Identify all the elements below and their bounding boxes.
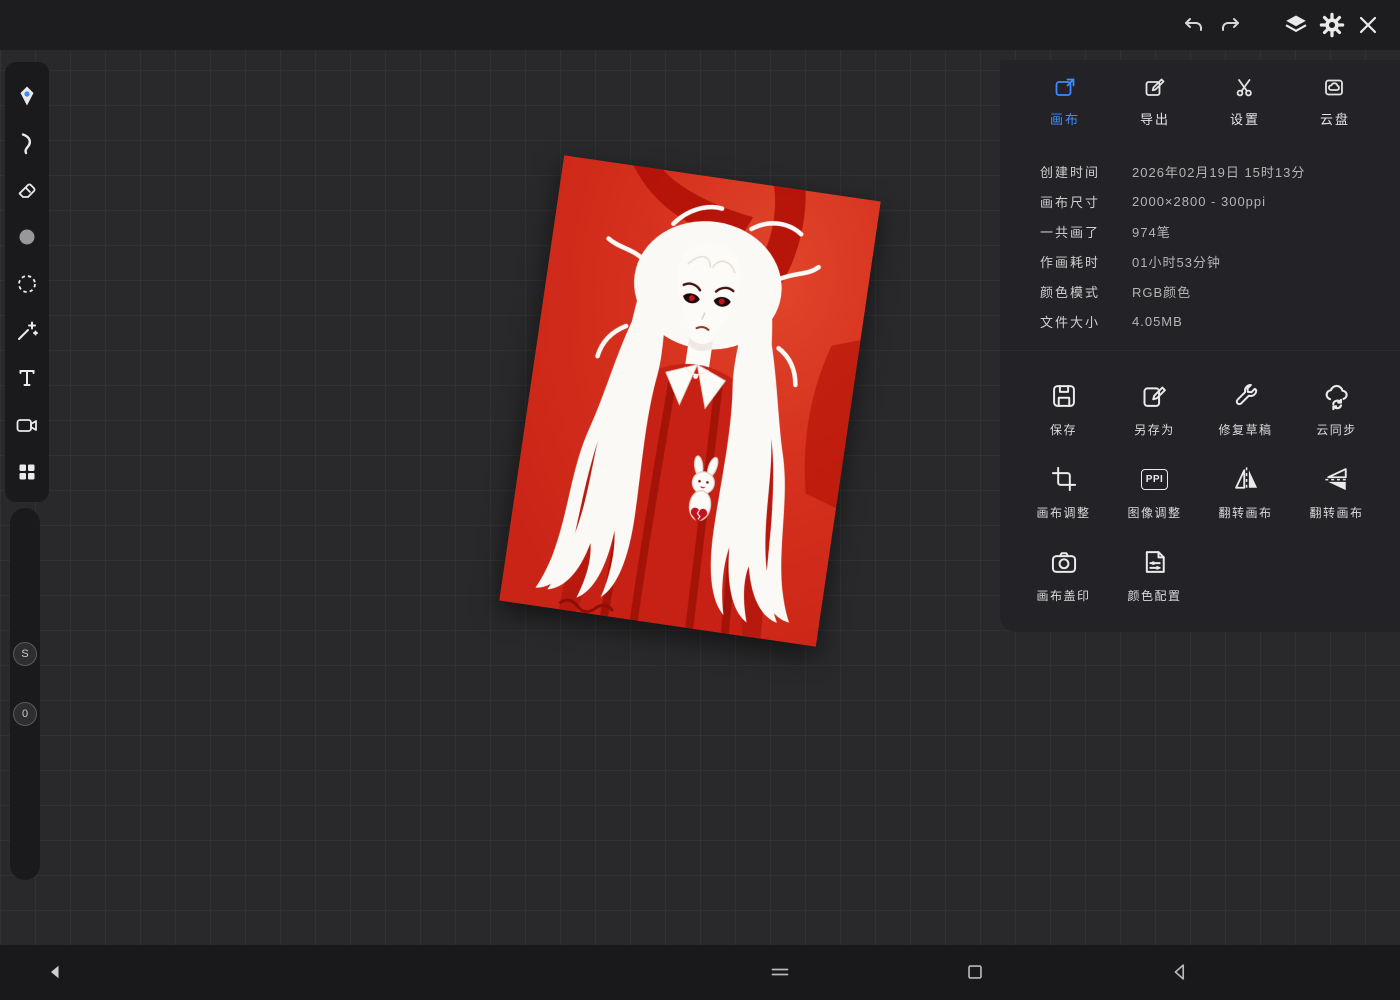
info-label: 颜色模式 xyxy=(1040,284,1101,300)
info-row-created: 创建时间 2026年02月19日 15时13分 xyxy=(1040,156,1400,186)
top-bar xyxy=(0,0,1400,50)
tool-sidebar xyxy=(5,62,49,502)
smudge-tool-icon[interactable] xyxy=(9,119,45,166)
layers-icon[interactable] xyxy=(1278,7,1314,43)
info-label: 创建时间 xyxy=(1040,164,1101,180)
color-config-icon xyxy=(1141,545,1169,579)
brush-slider[interactable]: S 0 xyxy=(10,508,40,880)
tab-cloud-label: 云盘 xyxy=(1319,112,1350,127)
image-adjust-button[interactable]: PPI 图像调整 xyxy=(1109,462,1200,521)
grid-tool-icon[interactable] xyxy=(9,448,45,495)
action-label: 另存为 xyxy=(1134,423,1175,437)
paint-tool-icon[interactable] xyxy=(9,72,45,119)
ppi-icon-text: PPI xyxy=(1140,468,1169,490)
info-label: 一共画了 xyxy=(1040,224,1101,240)
canvas-tab-icon xyxy=(1053,76,1077,103)
export-tab-icon xyxy=(1143,76,1167,103)
action-label: 颜色配置 xyxy=(1127,589,1182,603)
canvas-stamp-button[interactable]: 画布盖印 xyxy=(1018,545,1109,604)
info-row-color-mode: 颜色模式 RGB颜色 xyxy=(1040,276,1400,306)
info-value: RGB颜色 xyxy=(1132,284,1192,300)
action-label: 画布调整 xyxy=(1036,506,1091,520)
redo-icon[interactable] xyxy=(1212,7,1248,43)
action-label: 图像调整 xyxy=(1127,506,1182,520)
canvas-info-list: 创建时间 2026年02月19日 15时13分 画布尺寸 2000×2800 -… xyxy=(1000,134,1400,336)
tab-canvas-label: 画布 xyxy=(1049,112,1080,127)
undo-icon[interactable] xyxy=(1176,7,1212,43)
tab-cloud[interactable]: 云盘 xyxy=(1300,76,1370,128)
artwork-illustration xyxy=(499,155,881,647)
save-icon xyxy=(1050,379,1078,413)
crop-icon xyxy=(1050,462,1078,496)
info-label: 文件大小 xyxy=(1040,314,1101,330)
settings-tab-icon xyxy=(1233,76,1257,103)
info-label: 作画耗时 xyxy=(1040,254,1101,270)
info-value: 974笔 xyxy=(1132,224,1171,240)
bottom-nav-bar xyxy=(0,945,1400,1000)
nav-home-icon[interactable] xyxy=(963,960,987,984)
selection-tool-icon[interactable] xyxy=(9,260,45,307)
close-icon[interactable] xyxy=(1350,7,1386,43)
color-config-button[interactable]: 颜色配置 xyxy=(1109,545,1200,604)
tab-export[interactable]: 导出 xyxy=(1120,76,1190,128)
panel-tabs: 画布 导出 设置 云盘 xyxy=(1000,60,1400,134)
flip-horizontal-icon xyxy=(1232,462,1260,496)
action-label: 保存 xyxy=(1049,423,1077,437)
text-tool-icon[interactable] xyxy=(9,354,45,401)
nav-back-icon[interactable] xyxy=(1168,960,1192,984)
tab-canvas[interactable]: 画布 xyxy=(1030,76,1100,128)
cloud-sync-icon xyxy=(1322,379,1352,413)
info-value: 01小时53分钟 xyxy=(1132,254,1221,270)
tab-settings[interactable]: 设置 xyxy=(1210,76,1280,128)
color-swatch-icon[interactable] xyxy=(9,213,45,260)
info-value: 2000×2800 - 300ppi xyxy=(1132,193,1267,209)
canvas-settings-panel: 画布 导出 设置 云盘 创建时间 2026年02月19日 15时13分 画布尺寸… xyxy=(1000,60,1400,632)
action-label: 修复草稿 xyxy=(1218,423,1273,437)
flip-canvas-h-button[interactable]: 翻转画布 xyxy=(1200,462,1291,521)
slider-zero-button[interactable]: 0 xyxy=(13,702,37,726)
action-label: 画布盖印 xyxy=(1036,589,1091,603)
info-row-time-spent: 作画耗时 01小时53分钟 xyxy=(1040,246,1400,276)
cloud-tab-icon xyxy=(1323,76,1347,103)
info-row-strokes: 一共画了 974笔 xyxy=(1040,216,1400,246)
action-label: 云同步 xyxy=(1316,423,1357,437)
info-value: 2026年02月19日 15时13分 xyxy=(1132,164,1306,180)
magic-wand-icon[interactable] xyxy=(9,307,45,354)
panel-actions: 保存 另存为 修复草稿 云同步 画布调整 PPI 图像调整 翻转画布 翻转画布 … xyxy=(1000,350,1400,604)
slider-s-button[interactable]: S xyxy=(13,642,37,666)
canvas-adjust-button[interactable]: 画布调整 xyxy=(1018,462,1109,521)
info-value: 4.05MB xyxy=(1132,313,1183,329)
tab-settings-label: 设置 xyxy=(1229,112,1260,127)
collapse-sidebar-icon[interactable] xyxy=(44,960,68,984)
action-label: 翻转画布 xyxy=(1309,506,1364,520)
ppi-icon: PPI xyxy=(1140,462,1169,496)
cloud-sync-button[interactable]: 云同步 xyxy=(1291,379,1382,438)
info-label: 画布尺寸 xyxy=(1040,194,1101,210)
info-row-file-size: 文件大小 4.05MB xyxy=(1040,306,1400,336)
flip-vertical-icon xyxy=(1323,462,1351,496)
camera-icon xyxy=(1050,545,1078,579)
repair-draft-button[interactable]: 修复草稿 xyxy=(1200,379,1291,438)
save-as-icon xyxy=(1141,379,1169,413)
settings-gear-icon[interactable] xyxy=(1314,7,1350,43)
nav-recents-icon[interactable] xyxy=(768,960,792,984)
artwork-canvas[interactable] xyxy=(499,155,881,647)
tab-export-label: 导出 xyxy=(1139,112,1170,127)
save-button[interactable]: 保存 xyxy=(1018,379,1109,438)
video-tool-icon[interactable] xyxy=(9,401,45,448)
action-label: 翻转画布 xyxy=(1218,506,1273,520)
repair-draft-icon xyxy=(1232,379,1260,413)
flip-canvas-v-button[interactable]: 翻转画布 xyxy=(1291,462,1382,521)
info-row-size: 画布尺寸 2000×2800 - 300ppi xyxy=(1040,186,1400,216)
save-as-button[interactable]: 另存为 xyxy=(1109,379,1200,438)
eraser-tool-icon[interactable] xyxy=(9,166,45,213)
